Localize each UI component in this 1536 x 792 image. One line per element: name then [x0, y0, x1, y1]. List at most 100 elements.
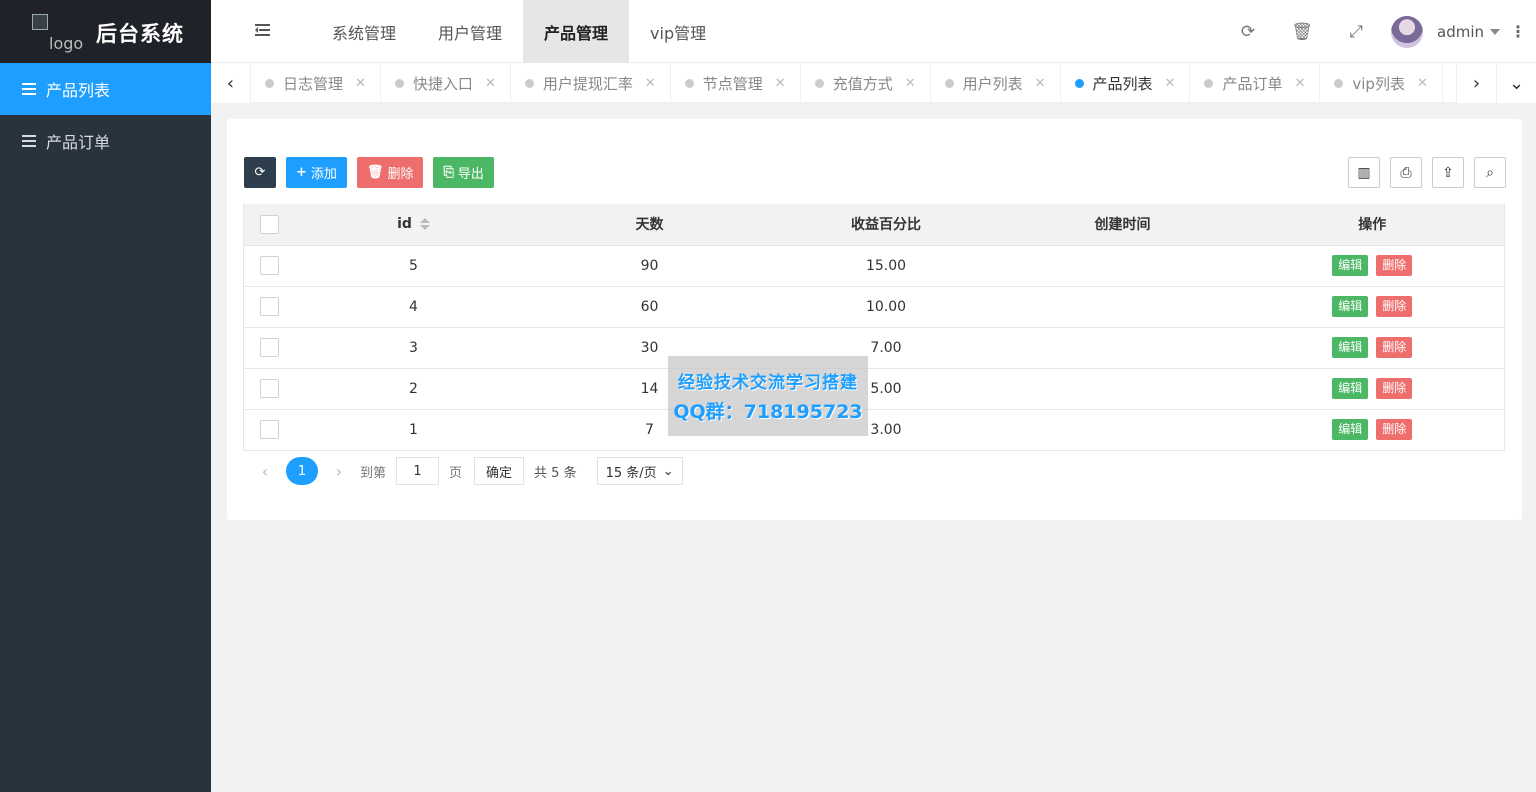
row-delete-button[interactable]: 删除	[1376, 337, 1413, 358]
close-icon[interactable]: ✕	[1417, 76, 1428, 91]
page-tab[interactable]: 产品订单 ✕	[1190, 63, 1321, 103]
page-tab[interactable]: vip列表 ✕	[1320, 63, 1443, 103]
export-file-icon[interactable]: ⇪	[1432, 157, 1464, 188]
watermark-line-2: QQ群：718195723	[673, 401, 863, 423]
cell-created	[1004, 327, 1241, 369]
top-tab-vip[interactable]: vip管理	[629, 0, 727, 63]
row-checkbox[interactable]	[260, 297, 280, 316]
cell-id: 4	[295, 286, 532, 328]
row-delete-button[interactable]: 删除	[1376, 378, 1413, 399]
page-tab-active[interactable]: 产品列表 ✕	[1061, 63, 1191, 103]
close-icon[interactable]: ✕	[1165, 76, 1176, 91]
top-tab-users[interactable]: 用户管理	[417, 0, 523, 63]
edit-button[interactable]: 编辑	[1332, 255, 1369, 276]
top-tab-system[interactable]: 系统管理	[311, 0, 417, 63]
print-icon[interactable]: ⎙	[1390, 157, 1422, 188]
page-tab-label: 产品列表	[1092, 74, 1153, 93]
prev-page-icon[interactable]: ‹	[254, 462, 276, 481]
columns-icon[interactable]: ▥	[1348, 157, 1380, 188]
refresh-icon[interactable]: ⟳	[1221, 0, 1275, 63]
close-icon[interactable]: ✕	[355, 76, 366, 91]
page-tab[interactable]: 充值方式 ✕	[801, 63, 931, 103]
page-tab-label: 日志管理	[283, 74, 344, 93]
edit-button[interactable]: 编辑	[1332, 296, 1369, 317]
page-tab[interactable]: 用户提现汇率 ✕	[511, 63, 671, 103]
col-created: 创建时间	[1004, 204, 1241, 246]
sidebar-item-product-orders[interactable]: 产品订单	[0, 115, 211, 167]
top-tab-products[interactable]: 产品管理	[523, 0, 630, 63]
refresh-button[interactable]: ⟳	[244, 157, 276, 188]
tab-dot	[1334, 78, 1344, 88]
watermark-line-1: 经验技术交流学习搭建	[678, 373, 858, 393]
select-all-checkbox[interactable]	[260, 214, 280, 234]
cell-created	[1004, 286, 1241, 328]
plus-icon: +	[296, 165, 307, 180]
page-tab[interactable]: 快捷入口 ✕	[381, 63, 511, 103]
page-tab[interactable]: 日志管理 ✕	[251, 63, 381, 103]
delete-label: 删除	[387, 167, 414, 182]
export-button[interactable]: ⎘ 导出	[433, 157, 494, 188]
close-icon[interactable]: ✕	[905, 76, 916, 91]
page-tab[interactable]: 节点管理 ✕	[671, 63, 801, 103]
trash-icon: 🗑	[366, 165, 384, 180]
cell-id: 1	[295, 409, 532, 451]
row-checkbox[interactable]	[260, 420, 280, 439]
cell-id: 5	[295, 245, 532, 287]
table-toolbar: ⟳ + 添加 🗑 删除 ⎘ 导出	[244, 157, 494, 188]
edit-button[interactable]: 编辑	[1332, 337, 1369, 358]
sidebar-item-product-list[interactable]: 产品列表	[0, 63, 211, 115]
list-icon	[22, 83, 36, 95]
page-tabs: 日志管理 ✕ 快捷入口 ✕ 用户提现汇率 ✕ 节点管理 ✕ 充值方式 ✕ 用户列表 ✕ 产品…	[251, 63, 1443, 103]
tab-dot	[1074, 78, 1084, 88]
row-checkbox[interactable]	[260, 256, 280, 275]
more-icon[interactable]: ⋮	[1500, 22, 1536, 41]
row-delete-button[interactable]: 删除	[1376, 419, 1413, 440]
trash-icon[interactable]: 🗑	[1275, 0, 1329, 63]
add-button[interactable]: + 添加	[286, 157, 347, 188]
broken-image-icon	[32, 14, 48, 30]
col-days: 天数	[531, 204, 768, 246]
next-page-icon[interactable]: ›	[328, 462, 350, 481]
tab-dot	[524, 78, 534, 88]
page-tab[interactable]: 用户列表 ✕	[931, 63, 1061, 103]
cell-days: 90	[531, 245, 768, 287]
edit-button[interactable]: 编辑	[1332, 378, 1369, 399]
col-id[interactable]: id	[295, 204, 532, 246]
table-header-row: id 天数 收益百分比 创建时间 操作	[243, 204, 1505, 246]
close-icon[interactable]: ✕	[1294, 76, 1305, 91]
row-checkbox[interactable]	[260, 379, 280, 398]
fullscreen-icon[interactable]: ⤢	[1329, 0, 1383, 63]
page-tab-label: 快捷入口	[412, 74, 473, 93]
close-icon[interactable]: ✕	[645, 76, 656, 91]
row-checkbox[interactable]	[260, 338, 280, 357]
top-header: 系统管理 用户管理 产品管理 vip管理 ⟳ 🗑 ⤢ admin ⋮	[211, 0, 1536, 63]
close-icon[interactable]: ✕	[1035, 76, 1046, 91]
chevron-left-icon[interactable]: ‹	[211, 63, 251, 103]
col-rate: 收益百分比	[767, 204, 1005, 246]
chevron-right-icon[interactable]: ›	[1456, 63, 1496, 103]
user-menu[interactable]: admin	[1391, 15, 1500, 48]
sort-icon[interactable]	[419, 218, 430, 231]
menu-toggle-icon[interactable]	[255, 24, 271, 38]
close-icon[interactable]: ✕	[485, 76, 496, 91]
delete-button[interactable]: 🗑 删除	[356, 157, 424, 188]
page-tab-label: 充值方式	[832, 74, 893, 93]
row-delete-button[interactable]: 删除	[1376, 296, 1413, 317]
table-row: 2 14 5.00 编辑 删除	[243, 368, 1505, 410]
top-nav: 系统管理 用户管理 产品管理 vip管理	[311, 0, 727, 63]
brand-title: 后台系统	[96, 22, 184, 46]
close-icon[interactable]: ✕	[775, 76, 786, 91]
page-current[interactable]: 1	[286, 457, 318, 485]
row-delete-button[interactable]: 删除	[1376, 255, 1413, 276]
table-row: 1 7 3.00 编辑 删除	[243, 409, 1505, 451]
per-page-select[interactable]: 15 条/页 ⌄	[596, 457, 683, 485]
chevron-down-icon[interactable]: ⌄	[1496, 63, 1536, 103]
search-icon[interactable]: ⌕	[1474, 157, 1506, 188]
sidebar: logo 后台系统 产品列表 产品订单	[0, 0, 211, 792]
cell-created	[1004, 245, 1241, 287]
goto-page-input[interactable]	[396, 457, 440, 485]
goto-confirm-button[interactable]: 确定	[474, 457, 525, 485]
edit-button[interactable]: 编辑	[1332, 419, 1369, 440]
tab-dot	[944, 78, 954, 88]
table-row: 3 30 7.00 编辑 删除	[243, 327, 1505, 369]
